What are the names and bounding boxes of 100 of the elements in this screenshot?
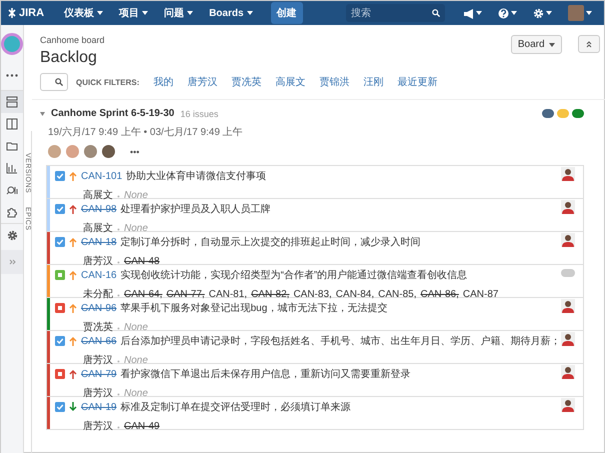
issue-summary: 标准及定制订单在提交评估受理时，必须填订单来源 — [120, 400, 351, 414]
issue-summary: 协助大业体育申请微信支付事项 — [126, 170, 266, 183]
sprint-dates: 19/六月/17 9:49 上午 • 03/七月/17 9:49 上午 — [48, 126, 244, 139]
empty-value: None — [124, 322, 148, 332]
profile-menu[interactable] — [568, 5, 592, 21]
board-name: Canhome board — [40, 35, 105, 45]
issue-row[interactable]: CAN-66 后台添加护理员申请记录时，字段包括姓名、手机号、城市、出生年月日、学历、户籍、期待月薪； 唐芳汉 None — [47, 331, 583, 364]
megaphone-icon — [463, 8, 474, 18]
more-icon — [6, 74, 18, 77]
issue-row[interactable]: CAN-19 标准及定制订单在提交评估受理时，必须填订单来源 唐芳汉 CAN-49 — [47, 397, 583, 430]
search-field[interactable]: 搜索 — [346, 4, 445, 22]
caret-icon — [187, 11, 194, 15]
issue-summary: 后台添加护理员申请记录时，字段包括姓名、手机号、城市、出生年月日、学历、户籍、期待月薪； — [120, 334, 561, 348]
assignee-name: 贾冼英 — [83, 320, 113, 334]
separator-dot-icon — [117, 360, 120, 362]
more-avatars[interactable]: ••• — [130, 146, 140, 156]
collapse-header-button[interactable] — [578, 35, 600, 53]
caret-icon — [142, 11, 148, 15]
nav-icon-button[interactable] — [463, 8, 482, 18]
issue-key[interactable]: CAN-19 — [81, 402, 117, 412]
logo-text: JIRA — [19, 7, 44, 19]
empty-value: None — [124, 222, 148, 234]
assignee-name: 唐芳汉 — [83, 386, 113, 400]
jira-logo[interactable]: JIRA — [7, 7, 44, 19]
linked-issue[interactable]: CAN-87 — [462, 288, 498, 300]
separator-dot-icon — [117, 426, 120, 428]
issue-summary: 定制订单分拆时，自动显示上次提交的排班起止时间，减少录入时间 — [120, 236, 421, 249]
issue-key[interactable]: CAN-18 — [81, 236, 117, 248]
linked-issue[interactable]: CAN-84, — [336, 288, 374, 300]
avatar[interactable] — [102, 145, 115, 158]
issue-key[interactable]: CAN-98 — [81, 204, 117, 214]
linked-issue[interactable]: CAN-86, — [420, 288, 459, 300]
sidebar-item[interactable] — [1, 91, 23, 113]
board-icon — [6, 118, 18, 130]
issue-count: 16 issues — [180, 108, 218, 118]
linked-issue[interactable]: CAN-85, — [378, 288, 417, 300]
chevrons-up-icon — [586, 40, 592, 48]
linked-issue[interactable]: CAN-81, — [208, 288, 248, 300]
issue-key[interactable]: CAN-101 — [81, 170, 122, 182]
nav-menu[interactable]: 项目 — [113, 6, 154, 20]
separator-dot-icon — [117, 392, 120, 396]
nav-menu[interactable]: Boards — [203, 8, 259, 18]
linked-issue[interactable]: CAN-82, — [251, 288, 290, 300]
page-title: Backlog — [40, 49, 98, 67]
caret-icon — [546, 11, 552, 15]
caret-icon — [511, 11, 517, 15]
assignee-name: 高展文 — [83, 222, 113, 235]
nav-menu[interactable]: 问题 — [158, 6, 200, 20]
issue-key[interactable]: CAN-79 — [81, 368, 117, 380]
quick-filter[interactable]: 高展文 — [275, 75, 306, 89]
caret-icon — [476, 11, 482, 15]
logo-icon — [7, 7, 17, 19]
issue-key[interactable]: CAN-16 — [81, 270, 117, 280]
settings-icon — [6, 230, 18, 240]
caret-icon — [97, 11, 104, 15]
issue-row[interactable]: CAN-79 看护家微信下单退出后未保存用户信息，重新访问又需要重新登录 唐芳汉 None — [47, 364, 583, 397]
help-icon — [498, 8, 509, 18]
avatar[interactable] — [84, 145, 97, 158]
quick-filter[interactable]: 汪刚 — [363, 75, 384, 89]
caret-icon — [548, 42, 555, 46]
quick-filter[interactable]: 最近更新 — [397, 75, 438, 89]
puzzle-icon — [6, 206, 18, 218]
linked-issue[interactable]: CAN-83, — [293, 288, 332, 300]
quick-filter[interactable]: 贾锦洪 — [319, 75, 350, 89]
caret-icon — [246, 11, 253, 15]
board-button[interactable]: Board — [510, 35, 562, 54]
issue-summary: 实现创收统计功能，实现介绍类型为“合作者”的用户能通过微信端查看创收信息 — [120, 268, 468, 282]
sprint-name: Canhome Sprint 6-5-19-30 — [51, 108, 174, 119]
backlog-icon — [6, 96, 18, 108]
filter-search-field[interactable] — [40, 73, 68, 91]
chevrons-icon — [8, 258, 16, 264]
separator-dot-icon — [117, 228, 120, 230]
issue-row[interactable]: CAN-101 协助大业体育申请微信支付事项 高展文 None — [47, 166, 583, 199]
issue-row[interactable]: CAN-96 苹果手机下服务对象登记出现bug，城市无法下拉，无法提交 贾冼英 None — [47, 298, 583, 331]
nav-icon-button[interactable] — [498, 8, 517, 18]
quick-filter[interactable]: 唐芳汉 — [187, 75, 218, 89]
folder-icon — [6, 140, 18, 152]
nav-menu[interactable]: 仪表板 — [58, 6, 110, 20]
quick-filter[interactable]: 我的 — [153, 75, 174, 89]
issue-key[interactable]: CAN-66 — [81, 336, 117, 346]
empty-value: None — [124, 388, 148, 398]
issue-row[interactable]: CAN-16 实现创收统计功能，实现介绍类型为“合作者”的用户能通过微信端查看创收信息 未分配 CAN-64, CAN-77, CAN-81, CAN-82, CAN-83, CAN-84, CAN-85, CAN-86, CAN-87 — [47, 265, 583, 298]
issue-key[interactable]: CAN-96 — [81, 302, 117, 314]
chart-icon — [6, 162, 18, 174]
issue-row[interactable]: CAN-98 处理看护家护理员及入职人员工牌 高展文 None — [47, 199, 583, 232]
create-button[interactable]: 创建 — [270, 2, 303, 24]
search-icon — [432, 9, 440, 17]
issue-summary: 苹果手机下服务对象登记出现bug，城市无法下拉，无法提交 — [120, 302, 388, 315]
separator-dot-icon — [117, 260, 120, 264]
user-avatar — [568, 5, 584, 21]
nav-icon-button[interactable] — [533, 8, 552, 18]
linked-issue[interactable]: CAN-49 — [124, 420, 160, 432]
search-icon — [55, 78, 63, 86]
issue-row[interactable]: CAN-18 定制订单分拆时，自动显示上次提交的排班起止时间，减少录入时间 唐芳汉 CAN-48 — [47, 232, 583, 265]
linked-issue[interactable]: CAN-48 — [124, 256, 160, 266]
collapse-icon — [40, 112, 45, 116]
assignee-name: 唐芳汉 — [83, 354, 113, 367]
quick-filter[interactable]: 贾冼英 — [231, 75, 262, 89]
linked-issue[interactable]: CAN-64, — [124, 288, 162, 300]
linked-issue[interactable]: CAN-77, — [166, 288, 205, 300]
